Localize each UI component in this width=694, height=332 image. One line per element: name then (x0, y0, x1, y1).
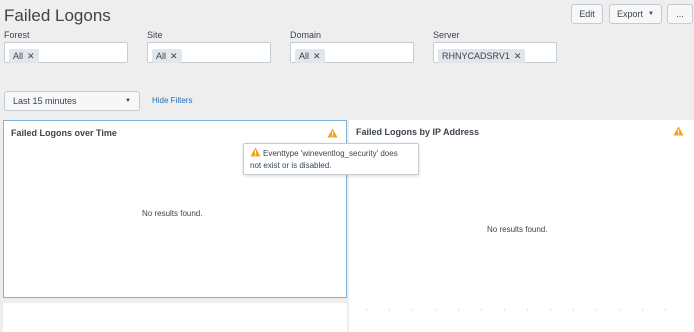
panel-placeholder (3, 303, 347, 332)
filter-token: All ✕ (9, 49, 39, 63)
edit-button-label: Edit (579, 9, 595, 19)
export-button-label: Export (617, 9, 644, 19)
close-x-icon[interactable]: ✕ (313, 51, 321, 62)
forest-multiselect[interactable]: All ✕ (4, 42, 128, 63)
close-x-icon[interactable]: ✕ (514, 51, 522, 62)
filter-token: RHNYCADSRV1 ✕ (438, 49, 526, 63)
page-title: Failed Logons (4, 6, 111, 25)
export-button[interactable]: Export ▼ (609, 4, 662, 24)
time-range-picker[interactable]: Last 15 minutes ▼ (4, 91, 140, 111)
more-actions-label: ... (676, 9, 684, 19)
tooltip-line-2: not exist or is disabled. (250, 161, 332, 170)
tooltip-line-1: Eventtype 'wineventlog_security' does (263, 149, 398, 158)
filter-token-label: All (156, 51, 167, 61)
filter-label-forest: Forest (4, 30, 30, 40)
filter-token: All ✕ (295, 49, 325, 63)
time-range-value: Last 15 minutes (13, 96, 77, 106)
panel-title: Failed Logons over Time (11, 128, 117, 138)
no-results-message: No results found. (487, 225, 548, 234)
server-multiselect[interactable]: RHNYCADSRV1 ✕ (433, 42, 557, 63)
warning-triangle-icon (250, 147, 261, 157)
filter-token: All ✕ (152, 49, 182, 63)
no-results-message: No results found. (142, 209, 203, 218)
filter-label-domain: Domain (290, 30, 322, 40)
filter-token-label: All (13, 51, 24, 61)
more-actions-button[interactable]: ... (667, 4, 693, 24)
caret-down-icon: ▼ (648, 11, 654, 17)
site-multiselect[interactable]: All ✕ (147, 42, 271, 63)
filter-label-site: Site (147, 30, 163, 40)
edit-button[interactable]: Edit (571, 4, 603, 24)
caret-down-icon: ▼ (125, 98, 131, 104)
close-x-icon[interactable]: ✕ (27, 51, 35, 62)
hide-filters-link[interactable]: Hide Filters (152, 96, 192, 105)
filter-token-label: All (299, 51, 310, 61)
panel-title: Failed Logons by IP Address (356, 127, 480, 137)
warning-triangle-icon[interactable] (327, 128, 338, 138)
filter-token-label: RHNYCADSRV1 (442, 51, 510, 61)
warning-tooltip: Eventtype 'wineventlog_security' does no… (243, 143, 419, 175)
domain-multiselect[interactable]: All ✕ (290, 42, 414, 63)
close-x-icon[interactable]: ✕ (170, 51, 178, 62)
warning-triangle-icon[interactable] (673, 126, 684, 136)
filter-label-server: Server (433, 30, 460, 40)
